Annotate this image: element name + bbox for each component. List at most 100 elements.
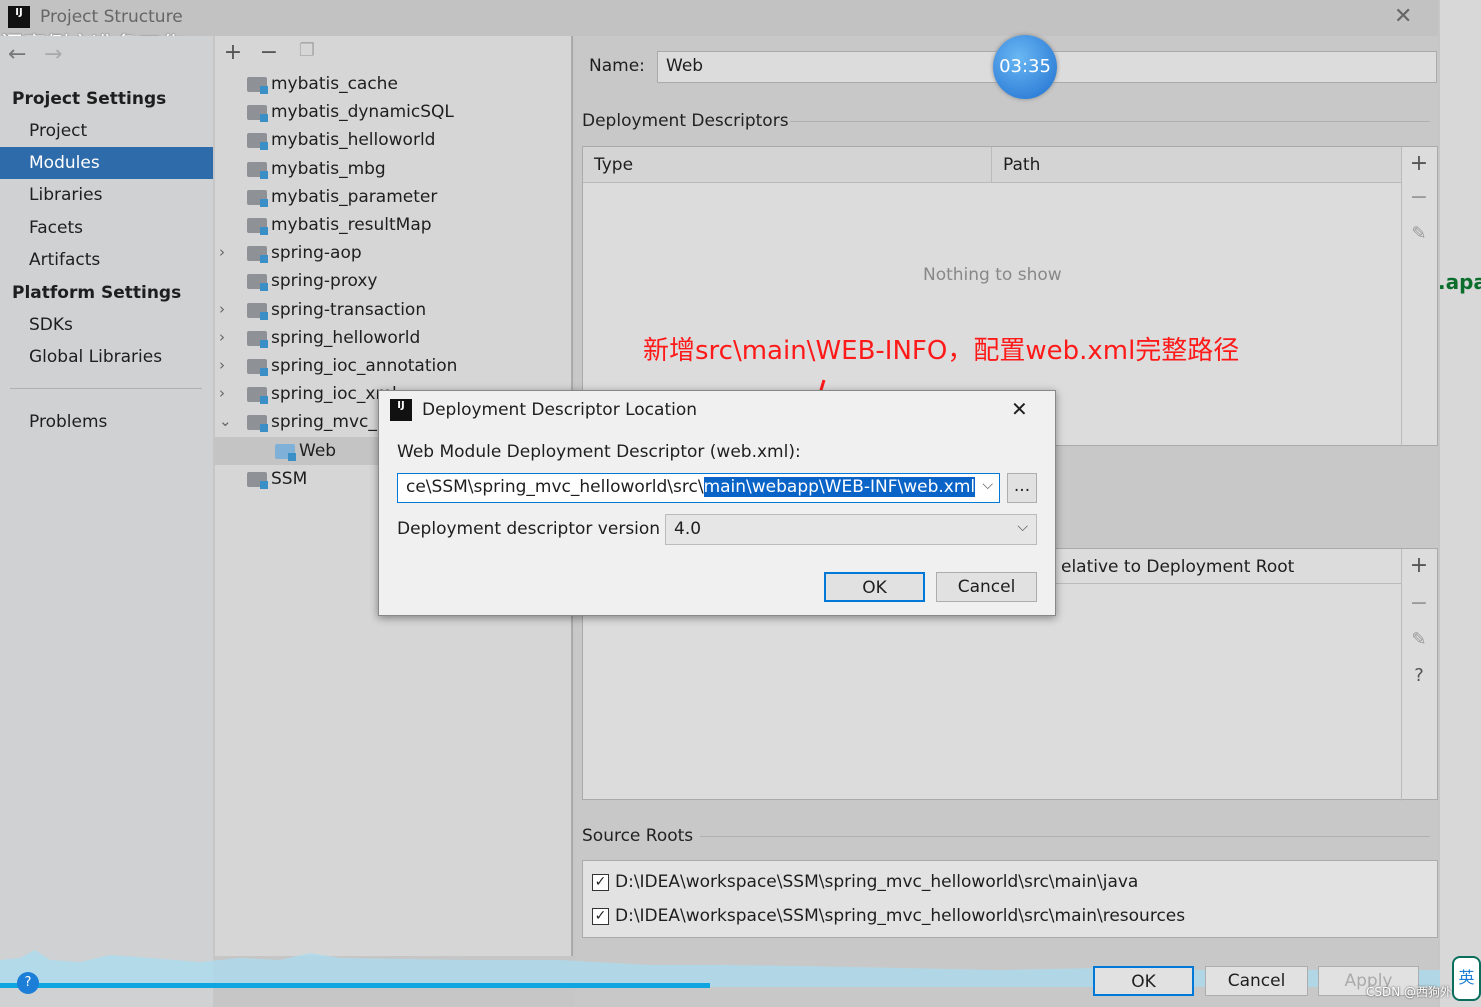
sidebar-item-libraries[interactable]: Libraries bbox=[29, 185, 102, 205]
version-label: Deployment descriptor version bbox=[397, 519, 661, 539]
sidebar-item-project[interactable]: Project bbox=[29, 121, 87, 141]
divider bbox=[10, 388, 202, 389]
tree-item[interactable]: mybatis_helloworld bbox=[271, 126, 435, 154]
sidebar-item-artifacts[interactable]: Artifacts bbox=[29, 250, 100, 270]
folder-icon bbox=[247, 471, 268, 489]
tree-item[interactable]: spring_ioc_annotation bbox=[271, 352, 457, 380]
version-value: 4.0 bbox=[674, 519, 702, 539]
folder-icon bbox=[275, 443, 296, 461]
root-checkbox-java[interactable]: ✓ bbox=[592, 874, 609, 891]
folder-icon bbox=[247, 415, 268, 433]
folder-icon bbox=[247, 387, 268, 405]
folder-icon bbox=[247, 246, 268, 264]
timer-badge: 03:35 bbox=[993, 35, 1057, 99]
add-resource-icon[interactable]: + bbox=[1407, 553, 1431, 578]
sidebar-item-modules[interactable]: Modules bbox=[29, 153, 100, 173]
remove-icon[interactable]: − bbox=[257, 40, 281, 65]
copy-icon[interactable]: ❐ bbox=[295, 40, 319, 61]
chevron-right-icon[interactable]: › bbox=[219, 300, 225, 318]
chevron-right-icon[interactable]: › bbox=[219, 384, 225, 402]
intellij-logo-icon: IJ bbox=[8, 6, 30, 28]
folder-icon bbox=[247, 105, 268, 123]
back-arrow-icon[interactable]: ← bbox=[8, 42, 26, 67]
folder-icon bbox=[247, 218, 268, 235]
path-selected-text: main\webapp\WEB-INF\web.xml bbox=[703, 477, 976, 497]
folder-icon bbox=[247, 330, 268, 348]
root-checkbox-resources[interactable]: ✓ bbox=[592, 908, 609, 925]
sidebar-item-problems[interactable]: Problems bbox=[29, 412, 107, 432]
descriptor-path-label: Web Module Deployment Descriptor (web.xm… bbox=[397, 442, 801, 462]
annotation-text: 新增src\main\WEB-INFO，配置web.xml完整路径 bbox=[643, 336, 1240, 366]
help-circle-icon[interactable]: ? bbox=[17, 972, 39, 994]
sidebar-item-facets[interactable]: Facets bbox=[29, 218, 83, 238]
watermark: CSDN @西狗外 bbox=[1366, 985, 1453, 999]
edit-resource-icon[interactable]: ✎ bbox=[1407, 629, 1431, 650]
dialog-title: Deployment Descriptor Location bbox=[422, 400, 698, 420]
folder-icon bbox=[247, 189, 268, 207]
tree-item[interactable]: SSM bbox=[271, 465, 307, 493]
divider bbox=[790, 121, 1430, 122]
remove-descriptor-icon[interactable]: − bbox=[1407, 185, 1431, 210]
background-editor-strip: .apa bbox=[1438, 0, 1481, 1007]
chevron-right-icon[interactable]: › bbox=[219, 356, 225, 374]
tree-item[interactable]: spring-aop bbox=[271, 239, 362, 267]
folder-icon bbox=[247, 359, 268, 376]
dialog-cancel-button[interactable]: Cancel bbox=[936, 572, 1037, 602]
tree-item[interactable]: spring-transaction bbox=[271, 296, 426, 324]
deployment-descriptor-dialog: IJ Deployment Descriptor Location ✕ Web … bbox=[378, 390, 1056, 616]
edit-icon[interactable]: ✎ bbox=[1407, 223, 1431, 244]
forward-arrow-icon[interactable]: → bbox=[44, 42, 62, 67]
chevron-down-icon[interactable]: ⌄ bbox=[219, 412, 232, 430]
add-icon[interactable]: + bbox=[221, 40, 245, 65]
tree-item[interactable]: mybatis_parameter bbox=[271, 183, 437, 211]
folder-icon bbox=[247, 161, 268, 179]
chevron-down-icon[interactable]: ⌵ bbox=[982, 477, 993, 493]
column-type[interactable]: Type bbox=[594, 155, 633, 175]
project-settings-heading: Project Settings bbox=[12, 89, 167, 109]
folder-icon bbox=[247, 302, 268, 320]
tree-item[interactable]: mybatis_dynamicSQL bbox=[271, 98, 454, 126]
folder-icon bbox=[247, 77, 268, 94]
browse-button[interactable]: ... bbox=[1007, 473, 1037, 503]
window-title: Project Structure bbox=[40, 7, 183, 27]
chevron-right-icon[interactable]: › bbox=[219, 328, 225, 346]
tree-item[interactable]: spring-proxy bbox=[271, 267, 377, 295]
root-path-resources: D:\IDEA\workspace\SSM\spring_mvc_hellowo… bbox=[615, 906, 1186, 926]
cancel-button[interactable]: Cancel bbox=[1205, 966, 1308, 996]
column-path[interactable]: Path bbox=[1003, 155, 1040, 175]
title-bar: IJ Project Structure ✕ bbox=[0, 0, 1438, 36]
source-roots-heading: Source Roots bbox=[582, 826, 694, 846]
help-icon[interactable]: ? bbox=[1407, 665, 1431, 686]
divider bbox=[700, 836, 1430, 837]
ok-button[interactable]: OK bbox=[1093, 966, 1194, 996]
sidebar: ← → Project Settings Project Modules Lib… bbox=[0, 36, 213, 1007]
tree-item[interactable]: mybatis_mbg bbox=[271, 155, 386, 183]
tree-item[interactable]: mybatis_resultMap bbox=[271, 211, 432, 239]
dialog-close-icon[interactable]: ✕ bbox=[1011, 397, 1028, 421]
version-select[interactable]: 4.0 ⌵ bbox=[665, 514, 1037, 545]
video-progress-bar[interactable] bbox=[0, 983, 710, 988]
column-relative-path[interactable]: elative to Deployment Root bbox=[1061, 557, 1294, 577]
folder-icon bbox=[247, 274, 268, 292]
tree-item[interactable]: Web bbox=[299, 437, 336, 465]
name-value: Web bbox=[666, 56, 704, 76]
chevron-down-icon: ⌵ bbox=[1017, 519, 1028, 535]
folder-icon bbox=[247, 133, 268, 151]
deployment-descriptors-heading: Deployment Descriptors bbox=[582, 111, 789, 131]
chevron-right-icon[interactable]: › bbox=[219, 243, 225, 261]
ime-indicator[interactable]: 英 bbox=[1452, 956, 1481, 1001]
remove-resource-icon[interactable]: − bbox=[1407, 591, 1431, 616]
close-icon[interactable]: ✕ bbox=[1394, 4, 1412, 29]
sidebar-item-sdks[interactable]: SDKs bbox=[29, 315, 73, 335]
name-label: Name: bbox=[589, 56, 645, 76]
source-roots-list: ✓ D:\IDEA\workspace\SSM\spring_mvc_hello… bbox=[582, 860, 1438, 938]
tree-item[interactable]: mybatis_cache bbox=[271, 70, 398, 98]
descriptor-path-input[interactable]: ce\SSM\spring_mvc_helloworld\src\main\we… bbox=[397, 473, 1000, 503]
add-descriptor-icon[interactable]: + bbox=[1407, 151, 1431, 176]
dialog-ok-button[interactable]: OK bbox=[824, 572, 925, 602]
path-text: ce\SSM\spring_mvc_helloworld\src\ bbox=[406, 477, 704, 497]
editor-text: .apa bbox=[1438, 270, 1481, 294]
tree-item[interactable]: spring_helloworld bbox=[271, 324, 420, 352]
sidebar-item-global-libraries[interactable]: Global Libraries bbox=[29, 347, 162, 367]
platform-settings-heading: Platform Settings bbox=[12, 283, 182, 303]
